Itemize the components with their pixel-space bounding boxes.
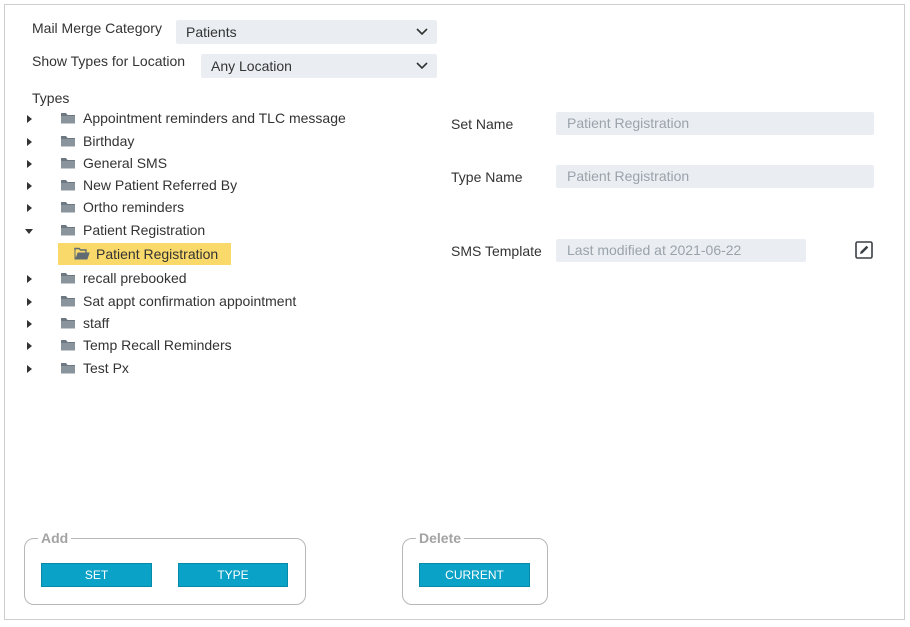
folder-icon bbox=[61, 202, 75, 213]
folder-icon bbox=[61, 158, 75, 169]
location-label: Show Types for Location bbox=[32, 53, 186, 69]
tree-item[interactable]: Test Px bbox=[24, 358, 414, 380]
edit-icon[interactable] bbox=[855, 241, 873, 259]
folder-icon bbox=[61, 363, 75, 374]
category-select[interactable]: Patients bbox=[176, 20, 437, 44]
sms-template-field[interactable]: Last modified at 2021-06-22 bbox=[556, 239, 806, 262]
type-name-field[interactable]: Patient Registration bbox=[556, 165, 874, 188]
folder-icon bbox=[61, 136, 75, 147]
tree-child-selected[interactable]: Patient Registration bbox=[58, 243, 231, 265]
tree-item-label: New Patient Referred By bbox=[83, 177, 238, 193]
location-select[interactable]: Any Location bbox=[201, 54, 437, 78]
tree-item[interactable]: Birthday bbox=[24, 131, 414, 153]
caret-right-icon[interactable] bbox=[24, 319, 34, 329]
caret-right-icon[interactable] bbox=[24, 297, 34, 307]
caret-right-icon[interactable] bbox=[24, 274, 34, 284]
type-name-label: Type Name bbox=[451, 169, 523, 185]
tree-item-label: Patient Registration bbox=[83, 222, 206, 238]
tree-child-label: Patient Registration bbox=[96, 246, 219, 262]
tree-item-label: Temp Recall Reminders bbox=[83, 337, 232, 353]
caret-right-icon[interactable] bbox=[24, 181, 34, 191]
caret-right-icon[interactable] bbox=[24, 341, 34, 351]
caret-right-icon[interactable] bbox=[24, 159, 34, 169]
folder-icon bbox=[61, 225, 75, 236]
tree-item[interactable]: New Patient Referred By bbox=[24, 175, 414, 197]
tree-item-label: staff bbox=[83, 315, 110, 331]
folder-icon bbox=[61, 296, 75, 307]
chevron-down-icon bbox=[416, 28, 428, 36]
tree-item-label: Ortho reminders bbox=[83, 199, 185, 215]
category-select-value: Patients bbox=[186, 24, 237, 40]
sms-template-label: SMS Template bbox=[451, 243, 542, 259]
add-type-button[interactable]: TYPE bbox=[178, 563, 288, 587]
folder-icon bbox=[61, 340, 75, 351]
caret-right-icon[interactable] bbox=[24, 137, 34, 147]
folder-icon bbox=[61, 113, 75, 124]
tree-item[interactable]: Patient Registration bbox=[24, 220, 414, 242]
folder-icon bbox=[61, 273, 75, 284]
add-set-button[interactable]: SET bbox=[41, 563, 152, 587]
tree-item[interactable]: Temp Recall Reminders bbox=[24, 335, 414, 357]
folder-icon bbox=[61, 318, 75, 329]
caret-right-icon[interactable] bbox=[24, 114, 34, 124]
caret-right-icon[interactable] bbox=[24, 203, 34, 213]
types-title: Types bbox=[32, 90, 70, 106]
delete-current-button[interactable]: CURRENT bbox=[419, 563, 530, 587]
tree-item-label: Appointment reminders and TLC message bbox=[83, 110, 346, 126]
tree-item[interactable]: Sat appt confirmation appointment bbox=[24, 291, 414, 313]
set-name-field[interactable]: Patient Registration bbox=[556, 112, 874, 135]
tree-item[interactable]: staff bbox=[24, 313, 414, 335]
folder-icon bbox=[61, 180, 75, 191]
tree-item-label: Birthday bbox=[83, 133, 135, 149]
location-select-value: Any Location bbox=[211, 58, 292, 74]
tree-item-label: General SMS bbox=[83, 155, 168, 171]
tree-item-label: Sat appt confirmation appointment bbox=[83, 293, 297, 309]
tree-item[interactable]: General SMS bbox=[24, 153, 414, 175]
add-legend: Add bbox=[41, 530, 69, 546]
chevron-down-icon bbox=[416, 62, 428, 70]
tree-item[interactable]: Ortho reminders bbox=[24, 197, 414, 219]
tree-item[interactable]: Appointment reminders and TLC message bbox=[24, 108, 414, 130]
tree-item-label: Test Px bbox=[83, 360, 129, 376]
caret-right-icon[interactable] bbox=[24, 364, 34, 374]
tree-item-label: recall prebooked bbox=[83, 270, 187, 286]
delete-legend: Delete bbox=[419, 530, 462, 546]
folder-open-icon bbox=[74, 247, 90, 260]
caret-down-icon[interactable] bbox=[24, 226, 34, 236]
tree-item[interactable]: recall prebooked bbox=[24, 268, 414, 290]
set-name-label: Set Name bbox=[451, 116, 514, 132]
category-label: Mail Merge Category bbox=[32, 20, 162, 36]
